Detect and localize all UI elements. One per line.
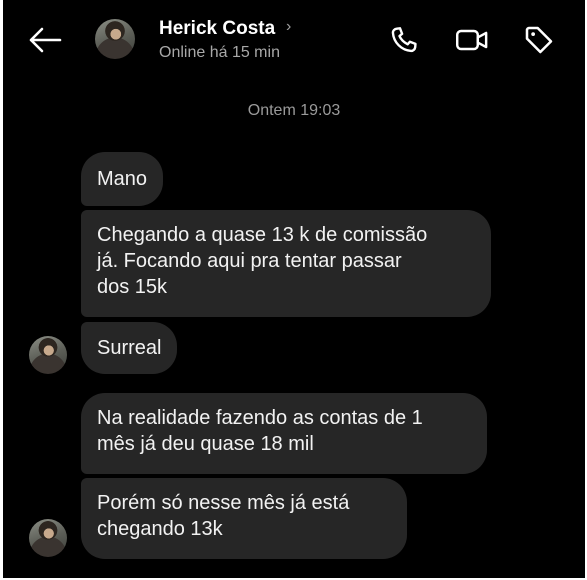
sender-avatar[interactable] [29,336,67,374]
contact-name[interactable]: Herick Costa [159,18,275,40]
message-bubble[interactable]: Na realidade fazendo as contas de 1 mês … [81,393,487,474]
message-timestamp: Ontem 19:03 [247,102,341,119]
contact-status: Online há 15 min [159,44,280,61]
message-bubble[interactable]: Mano [81,152,164,206]
phone-icon [391,27,417,53]
chat-screen: Herick Costa › Online há 15 min Ontem 19… [3,0,585,578]
video-call-button[interactable] [454,22,490,58]
chevron-right-icon[interactable]: › [286,18,291,36]
tag-icon [525,26,553,54]
message-bubble[interactable]: Chegando a quase 13 k de comissão já. Fo… [81,210,491,317]
message-bubble[interactable]: Surreal [81,322,178,374]
back-arrow-icon [29,27,62,53]
back-button[interactable] [25,22,65,58]
sender-avatar[interactable] [29,519,67,557]
call-button[interactable] [386,22,422,58]
tag-button[interactable] [521,22,557,58]
contact-avatar[interactable] [95,19,135,59]
video-camera-icon [455,29,488,51]
message-bubble[interactable]: Porém só nesse mês já está chegando 13k [81,478,407,559]
